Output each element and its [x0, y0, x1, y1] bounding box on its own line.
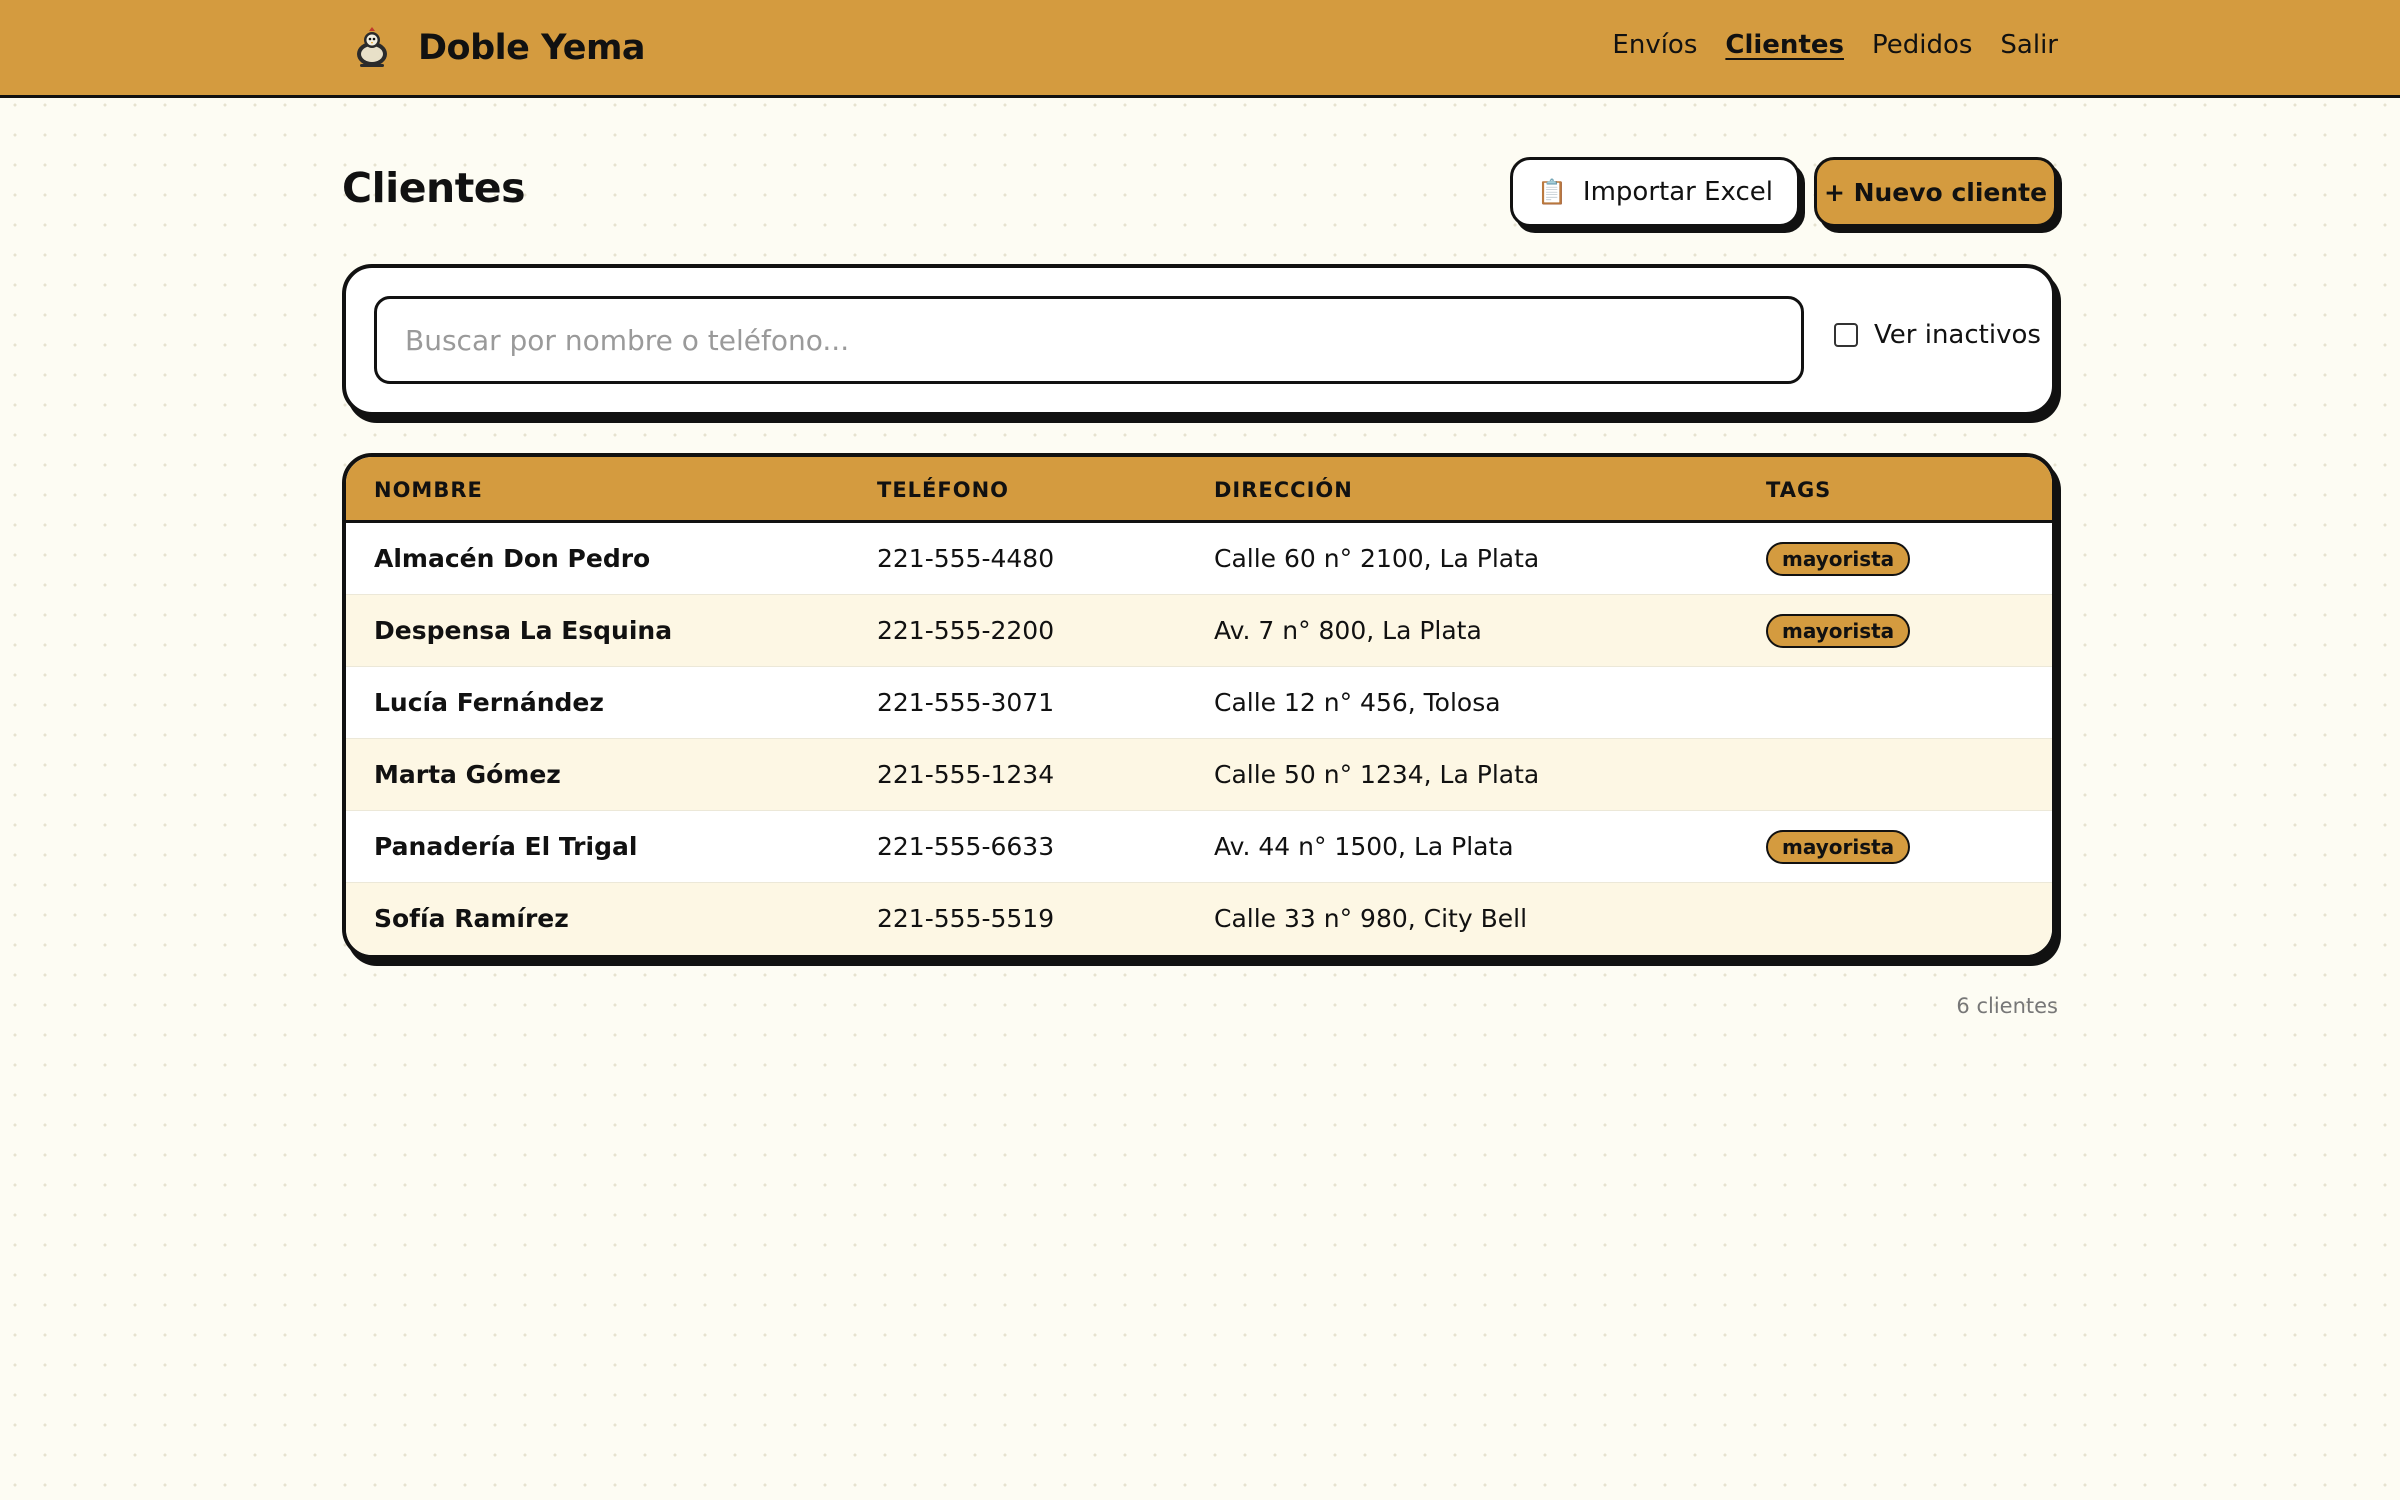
table-row[interactable]: Sofía Ramírez 221-555-5519 Calle 33 n° 9… — [346, 883, 2052, 955]
client-name: Lucía Fernández — [374, 688, 604, 717]
page-title: Clientes — [342, 164, 526, 212]
table-row[interactable]: Almacén Don Pedro 221-555-4480 Calle 60 … — [346, 523, 2052, 595]
client-address: Calle 60 n° 2100, La Plata — [1214, 544, 1540, 573]
import-excel-button[interactable]: 📋 Importar Excel — [1510, 157, 1800, 227]
client-address: Av. 44 n° 1500, La Plata — [1214, 832, 1514, 861]
client-phone: 221-555-2200 — [877, 616, 1055, 645]
clipboard-icon: 📋 — [1537, 178, 1567, 206]
client-count: 6 clientes — [1956, 994, 2058, 1018]
client-address: Calle 50 n° 1234, La Plata — [1214, 760, 1540, 789]
client-name: Marta Gómez — [374, 760, 561, 789]
column-header-name[interactable]: NOMBRE — [374, 478, 483, 502]
table-row[interactable]: Lucía Fernández 221-555-3071 Calle 12 n°… — [346, 667, 2052, 739]
client-name: Sofía Ramírez — [374, 904, 569, 933]
client-address: Calle 12 n° 456, Tolosa — [1214, 688, 1501, 717]
table-row[interactable]: Despensa La Esquina 221-555-2200 Av. 7 n… — [346, 595, 2052, 667]
client-name: Despensa La Esquina — [374, 616, 673, 645]
client-phone: 221-555-3071 — [877, 688, 1055, 717]
client-name: Almacén Don Pedro — [374, 544, 651, 573]
client-tag-badge: mayorista — [1766, 830, 1911, 864]
nav-link-envios[interactable]: Envíos — [1612, 30, 1697, 60]
client-phone: 221-555-6633 — [877, 832, 1055, 861]
show-inactive-checkbox[interactable] — [1834, 323, 1858, 347]
column-header-phone[interactable]: TELÉFONO — [877, 478, 1009, 502]
search-card: Ver inactivos — [342, 264, 2056, 416]
client-phone: 221-555-4480 — [877, 544, 1055, 573]
client-address: Calle 33 n° 980, City Bell — [1214, 904, 1528, 933]
nav-link-pedidos[interactable]: Pedidos — [1872, 30, 1972, 60]
chicken-icon — [357, 27, 387, 67]
table-header: NOMBRE TELÉFONO DIRECCIÓN TAGS — [346, 457, 2052, 523]
client-phone: 221-555-1234 — [877, 760, 1055, 789]
column-header-address[interactable]: DIRECCIÓN — [1214, 478, 1353, 502]
new-client-button[interactable]: + Nuevo cliente — [1814, 157, 2057, 227]
import-excel-label: Importar Excel — [1582, 177, 1773, 207]
table-row[interactable]: Panadería El Trigal 221-555-6633 Av. 44 … — [346, 811, 2052, 883]
show-inactive-label: Ver inactivos — [1874, 320, 2041, 350]
client-tag-badge: mayorista — [1766, 542, 1911, 576]
top-navbar: Doble Yema Envíos Clientes Pedidos Salir — [0, 0, 2400, 98]
brand[interactable]: Doble Yema — [350, 22, 646, 74]
brand-name: Doble Yema — [418, 28, 646, 68]
show-inactive-toggle[interactable]: Ver inactivos — [1834, 320, 2041, 350]
client-tag-badge: mayorista — [1766, 614, 1911, 648]
search-input[interactable] — [374, 296, 1804, 384]
client-phone: 221-555-5519 — [877, 904, 1055, 933]
nav-link-clientes[interactable]: Clientes — [1725, 30, 1844, 60]
table-row[interactable]: Marta Gómez 221-555-1234 Calle 50 n° 123… — [346, 739, 2052, 811]
client-address: Av. 7 n° 800, La Plata — [1214, 616, 1482, 645]
clients-table: NOMBRE TELÉFONO DIRECCIÓN TAGS Almacén D… — [342, 453, 2056, 959]
client-name: Panadería El Trigal — [374, 832, 638, 861]
new-client-label: + Nuevo cliente — [1823, 177, 2048, 207]
nav-link-salir[interactable]: Salir — [2000, 30, 2058, 60]
column-header-tags[interactable]: TAGS — [1766, 478, 1831, 502]
nav-menu: Envíos Clientes Pedidos Salir — [1612, 30, 2058, 60]
